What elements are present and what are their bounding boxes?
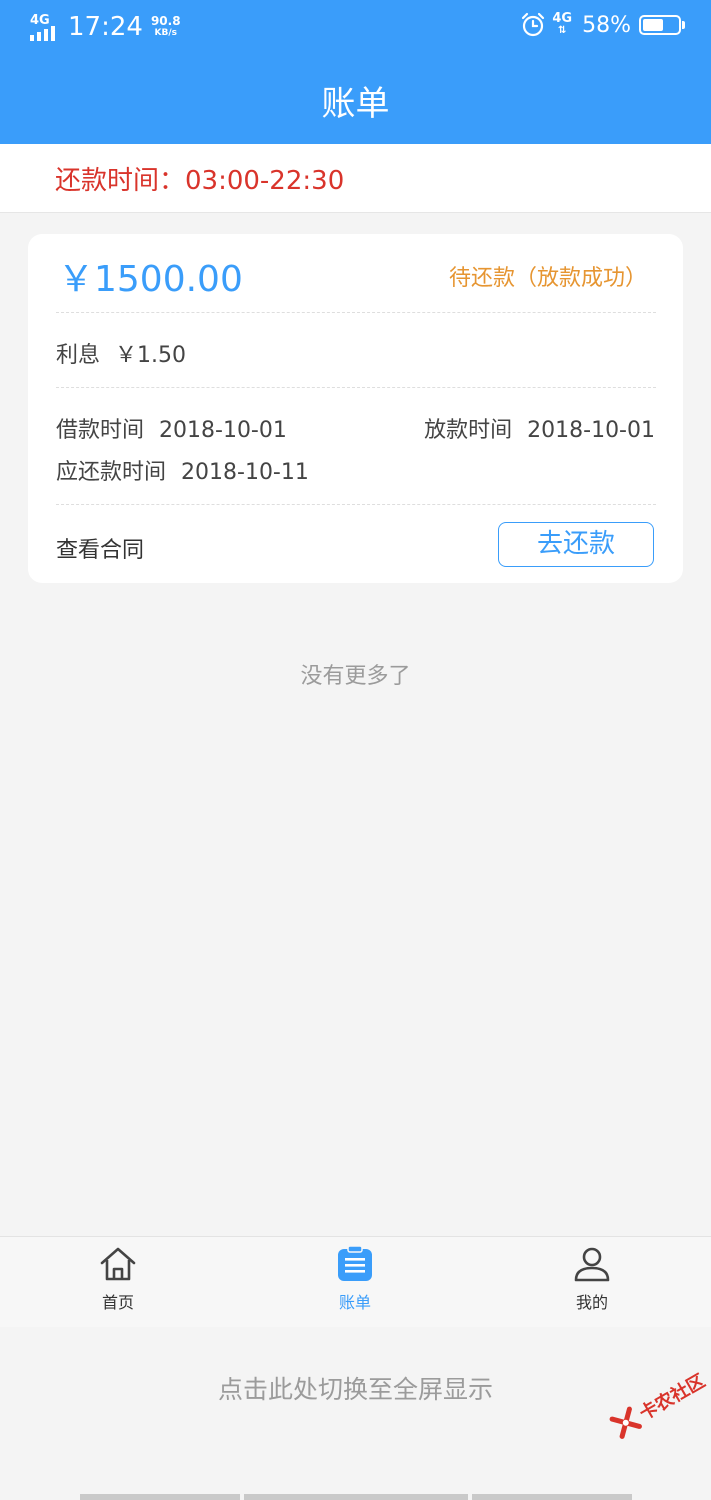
borrow-time-value: 2018-10-01 [159,418,287,443]
alarm-icon [522,12,545,37]
divider [56,504,656,505]
interest-row: 利息 ￥1.50 [56,337,186,369]
repay-time-text: 还款时间：03:00-22:30 [55,166,345,196]
borrow-time-row: 借款时间 2018-10-01 [56,412,287,444]
due-time-value: 2018-10-11 [181,460,309,485]
status-left: 4G 17:24 90.8 KB/s [30,12,181,42]
clock: 17:24 [68,12,143,42]
bottom-nav: 首页 账单 我的 [0,1236,711,1327]
interest-label: 利息 [56,343,101,368]
nav-item-home[interactable]: 首页 [58,1245,178,1313]
nav-label-bill: 账单 [338,1293,371,1312]
borrow-time-label: 借款时间 [56,418,145,443]
list-end-text: 没有更多了 [300,664,411,689]
network-type-right-label: 4G [552,11,573,26]
nav-label-mine: 我的 [575,1293,608,1312]
bill-card: ￥1500.00 待还款（放款成功） 利息 ￥1.50 借款时间 2018-10… [28,234,683,583]
home-icon [100,1247,136,1281]
network-speed: 90.8 KB/s [151,15,181,39]
due-time-label: 应还款时间 [56,460,167,485]
status-right: 4G ⇅ 58% [520,11,685,38]
loan-time-value: 2018-10-01 [527,418,655,443]
user-icon [574,1247,610,1282]
nav-item-mine[interactable]: 我的 [532,1245,652,1313]
bottom-strip [80,1494,240,1500]
interest-value: ￥1.50 [115,343,187,368]
divider [56,387,656,388]
bill-amount: ￥1500.00 [58,259,243,300]
bill-status: 待还款（放款成功） [448,266,647,291]
data-arrows-icon: ⇅ [558,25,567,36]
view-contract-link[interactable]: 查看合同 [56,532,144,564]
top-app-bar: 4G 17:24 90.8 KB/s 4G ⇅ 58% 账单 [0,0,711,144]
fullscreen-toggle-tip[interactable]: 点击此处切换至全屏显示 [0,1370,711,1406]
battery-percent: 58% [582,12,631,38]
page-title: 账单 [321,84,390,124]
repay-button[interactable]: 去还款 [498,522,654,567]
loan-time-label: 放款时间 [424,418,513,443]
bottom-strip [472,1494,632,1500]
loan-time-row: 放款时间 2018-10-01 [424,412,655,444]
bill-icon [338,1245,372,1281]
divider [56,312,656,313]
bottom-strip [244,1494,468,1500]
status-bar: 4G 17:24 90.8 KB/s 4G ⇅ 58% [0,0,711,56]
nav-item-bill[interactable]: 账单 [295,1245,415,1313]
network-speed-unit: KB/s [154,28,177,38]
nav-label-home: 首页 [101,1293,134,1312]
network-speed-value: 90.8 [150,14,181,28]
battery-icon [639,15,685,35]
network-type-right: 4G ⇅ [552,11,573,37]
signal-icon: 4G [30,13,60,41]
due-time-row: 应还款时间 2018-10-11 [56,454,309,486]
repay-time-bar: 还款时间：03:00-22:30 [0,144,711,213]
